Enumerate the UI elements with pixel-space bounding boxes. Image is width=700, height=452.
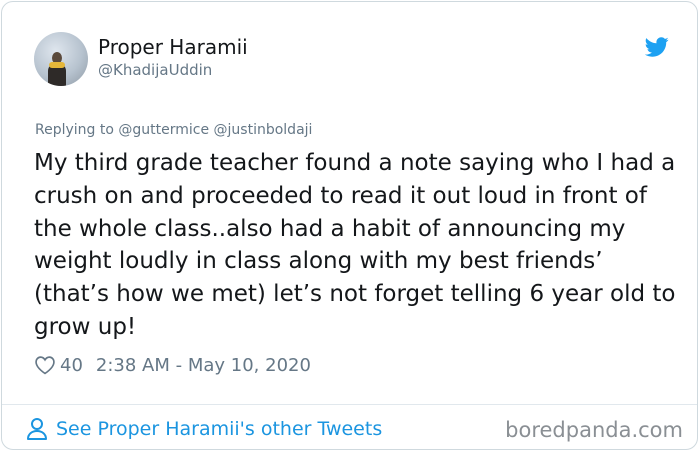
see-other-tweets-label[interactable]: See Proper Haramii's other Tweets: [56, 418, 382, 440]
author-handle[interactable]: @KhadijaUddin: [98, 61, 212, 79]
author-display-name[interactable]: Proper Haramii: [98, 35, 248, 59]
avatar[interactable]: [34, 32, 88, 86]
person-icon: [27, 418, 47, 440]
avatar-figure-scarf: [49, 62, 65, 68]
tweet-timestamp[interactable]: 2:38 AM - May 10, 2020: [96, 355, 311, 376]
heart-icon[interactable]: [34, 354, 56, 376]
see-other-tweets-link[interactable]: See Proper Haramii's other Tweets: [26, 416, 382, 442]
divider: [2, 404, 697, 405]
replying-to[interactable]: Replying to @guttermice @justinboldaji: [35, 122, 312, 138]
like-count[interactable]: 40: [60, 355, 83, 376]
tweet-meta: 40 2:38 AM - May 10, 2020: [34, 353, 311, 377]
twitter-bird-icon[interactable]: [645, 35, 669, 59]
tweet-text: My third grade teacher found a note sayi…: [34, 150, 676, 340]
watermark: boredpanda.com: [505, 418, 683, 442]
tweet-card: Proper Haramii @KhadijaUddin Replying to…: [1, 1, 698, 450]
